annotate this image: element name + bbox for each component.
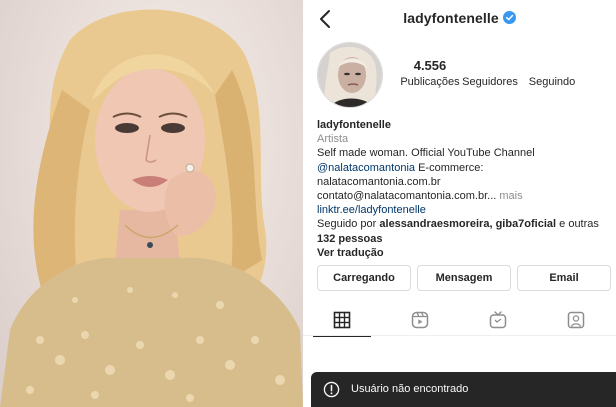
following-label: Seguindo xyxy=(528,76,576,88)
reels-icon xyxy=(411,311,429,329)
profile-portrait-photo xyxy=(0,0,303,407)
top-bar: ladyfontenelle xyxy=(303,0,616,38)
email-button[interactable]: Email xyxy=(517,265,611,291)
followed-by-and: e outras xyxy=(556,218,599,231)
stat-posts[interactable]: 4.556 Publicações xyxy=(400,58,460,88)
see-translation-link[interactable]: Ver tradução xyxy=(317,246,612,260)
followed-by-count[interactable]: 132 pessoas xyxy=(317,232,612,246)
profile-tabs xyxy=(303,304,616,337)
bio-line-3: nalatacomantonia.com.br xyxy=(317,175,441,188)
stat-following[interactable]: Seguindo xyxy=(522,58,582,88)
bio-name: ladyfontenelle xyxy=(317,119,391,131)
username-text: ladyfontenelle xyxy=(403,10,499,26)
grid-icon xyxy=(333,311,351,329)
alert-circle-icon xyxy=(323,381,340,398)
bio-mention-link[interactable]: @nalatacomantonia xyxy=(317,162,415,174)
verified-badge-icon xyxy=(502,11,516,24)
bio-email-text: contato@nalatacomantonia.com.br... xyxy=(317,190,497,203)
followed-by-names: alessandraesmoreira, giba7oficial xyxy=(379,218,557,231)
message-button[interactable]: Mensagem xyxy=(417,265,511,291)
tagged-icon xyxy=(567,311,585,329)
portrait-illustration xyxy=(0,9,303,407)
bio-line-4: contato@nalatacomantonia.com.br... mais xyxy=(317,189,612,203)
posts-label: Publicações xyxy=(400,76,460,88)
bio-line-2-rest: E-commerce: xyxy=(415,161,484,174)
bio-line-1: Self made woman. Official YouTube Channe… xyxy=(317,147,535,160)
followed-by-line[interactable]: Seguido por alessandraesmoreira, giba7of… xyxy=(317,217,612,231)
posts-count: 4.556 xyxy=(413,58,447,73)
followers-label: Seguidores xyxy=(462,76,518,88)
followers-count xyxy=(460,58,520,75)
tab-reels[interactable] xyxy=(381,304,459,336)
profile-bio: ladyfontenelle Artista Self made woman. … xyxy=(317,118,612,260)
following-count xyxy=(522,58,582,75)
loading-button[interactable]: Carregando xyxy=(317,265,411,291)
profile-username-header: ladyfontenelle xyxy=(303,10,616,26)
instagram-profile-screen: ladyfontenelle 4.556 Publicações Seguido… xyxy=(303,0,616,407)
igtv-icon xyxy=(489,311,507,329)
bio-category: Artista xyxy=(317,133,349,146)
followed-by-prefix: Seguido por xyxy=(317,218,380,231)
toast-message: Usuário não encontrado xyxy=(351,383,469,395)
profile-action-buttons: Carregando Mensagem Email xyxy=(317,265,613,291)
tab-igtv[interactable] xyxy=(459,304,537,336)
bio-more-link[interactable]: mais xyxy=(496,190,522,202)
tab-tagged[interactable] xyxy=(537,304,615,336)
bio-line-2: @nalatacomantonia E-commerce: xyxy=(317,161,612,175)
tab-grid[interactable] xyxy=(303,304,381,337)
avatar-image xyxy=(318,43,382,107)
bio-website-link[interactable]: linktr.ee/ladyfontenelle xyxy=(317,203,612,217)
stat-followers[interactable]: Seguidores xyxy=(460,58,520,88)
toast-notification: Usuário não encontrado xyxy=(311,372,616,407)
avatar[interactable] xyxy=(317,42,383,108)
